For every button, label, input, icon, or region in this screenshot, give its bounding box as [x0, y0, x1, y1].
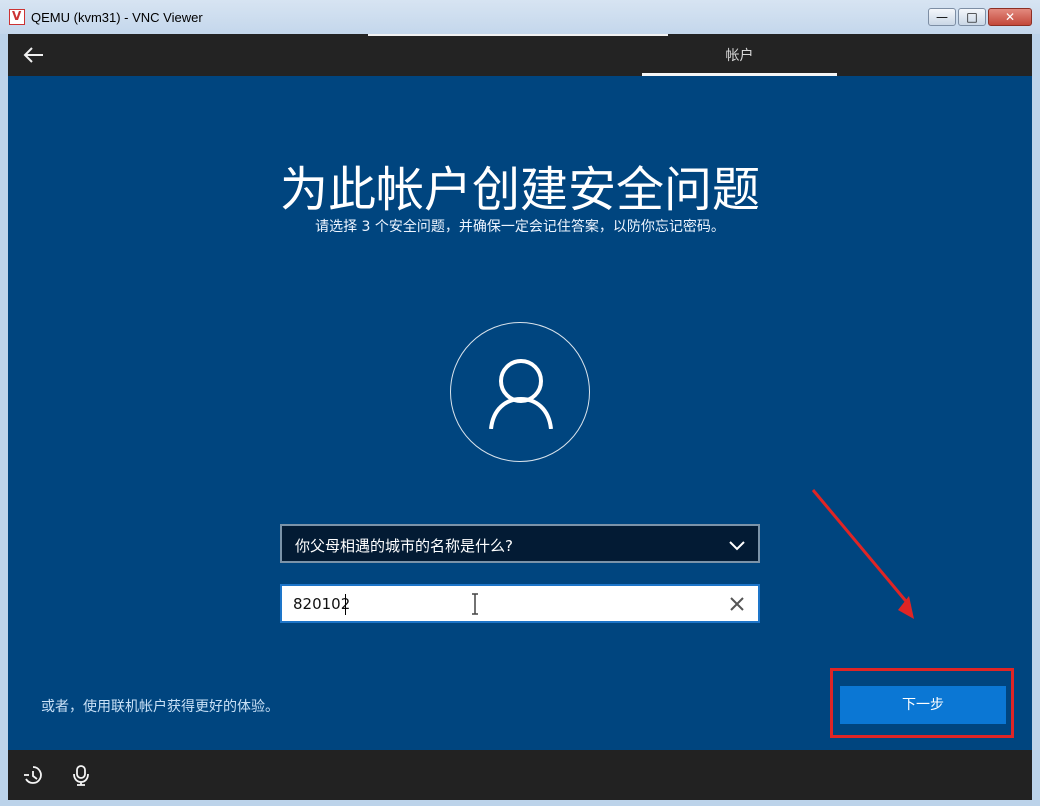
- close-icon[interactable]: [728, 595, 746, 613]
- oobe-screen: 帐户 为此帐户创建安全问题 请选择 3 个安全问题，并确保一定会记住答案，以防你…: [8, 34, 1032, 800]
- active-tab-indicator: [642, 73, 837, 76]
- next-button[interactable]: 下一步: [840, 686, 1006, 724]
- ibeam-cursor-icon: [472, 593, 478, 615]
- user-icon: [489, 359, 553, 429]
- online-account-link[interactable]: 或者，使用联机帐户获得更好的体验。: [41, 696, 279, 716]
- page-title: 为此帐户创建安全问题: [279, 162, 760, 218]
- answer-input[interactable]: 820102: [280, 584, 760, 623]
- bottom-toolbar: [8, 750, 1032, 800]
- top-bar: 帐户: [8, 34, 1032, 76]
- minimize-button[interactable]: —: [928, 8, 956, 26]
- annotation-arrow: [811, 489, 914, 619]
- window-titlebar: QEMU (kvm31) - VNC Viewer — □ ✕: [0, 0, 1040, 34]
- microphone-icon[interactable]: [70, 764, 92, 786]
- progress-indicator: [368, 34, 668, 36]
- selected-question: 你父母相遇的城市的名称是什么?: [295, 537, 513, 555]
- accessibility-icon[interactable]: [22, 764, 44, 786]
- vnc-app-icon: [9, 9, 25, 25]
- maximize-button[interactable]: □: [958, 8, 986, 26]
- tab-account-label: 帐户: [725, 48, 754, 64]
- close-window-button[interactable]: ✕: [988, 8, 1032, 26]
- answer-value: 820102: [293, 595, 351, 613]
- window-title: QEMU (kvm31) - VNC Viewer: [31, 10, 203, 25]
- chevron-down-icon: [729, 541, 745, 551]
- back-button[interactable]: [21, 42, 47, 68]
- text-cursor: [345, 594, 346, 615]
- page-subtitle: 请选择 3 个安全问题，并确保一定会记住答案，以防你忘记密码。: [315, 219, 725, 235]
- security-question-dropdown[interactable]: 你父母相遇的城市的名称是什么?: [280, 524, 760, 563]
- tab-account: 帐户: [642, 34, 837, 76]
- arrow-left-icon: [23, 47, 43, 63]
- user-avatar: [450, 322, 590, 462]
- window-controls: — □ ✕: [926, 8, 1032, 26]
